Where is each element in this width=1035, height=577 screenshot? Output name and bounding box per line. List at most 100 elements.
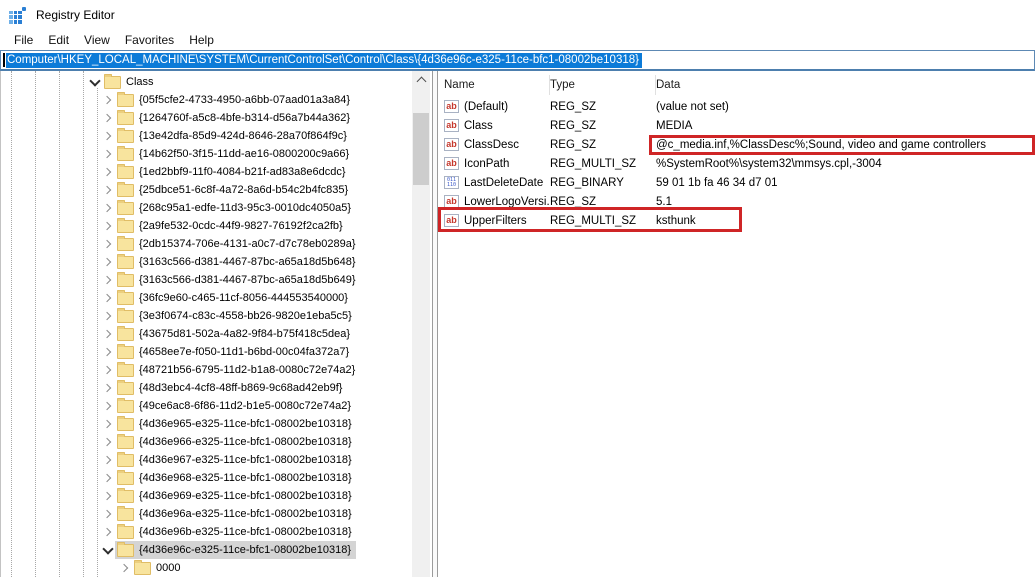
menu-favorites[interactable]: Favorites	[118, 31, 182, 49]
tree-entry[interactable]: {1ed2bbf9-11f0-4084-b21f-ad83a8e6dcdc}	[115, 163, 351, 181]
tree-entry[interactable]: {4658ee7e-f050-11d1-b6bd-00c04fa372a7}	[115, 343, 354, 361]
tree-item-guid: {3e3f0674-c83c-4558-bb26-9820e1eba5c5}	[1, 307, 412, 325]
value-name: UpperFilters	[464, 215, 527, 227]
chevron-right-icon[interactable]	[101, 220, 114, 233]
scroll-up-button[interactable]	[412, 71, 430, 88]
chevron-right-icon[interactable]	[101, 94, 114, 107]
registry-value-row[interactable]: abClassDescREG_SZ@c_media.inf,%ClassDesc…	[438, 135, 1035, 154]
tree-entry[interactable]: {4d36e966-e325-11ce-bfc1-08002be10318}	[115, 433, 357, 451]
value-type: REG_SZ	[550, 139, 656, 151]
chevron-right-icon[interactable]	[101, 508, 114, 521]
chevron-right-icon[interactable]	[101, 112, 114, 125]
chevron-right-icon[interactable]	[101, 274, 114, 287]
tree-item-label: Class	[126, 76, 154, 88]
folder-icon	[117, 148, 134, 161]
column-header-name[interactable]: Name	[444, 75, 550, 95]
menu-file[interactable]: File	[7, 31, 41, 49]
tree-item-label: {4d36e96c-e325-11ce-bfc1-08002be10318}	[139, 544, 351, 556]
address-bar[interactable]: Computer\HKEY_LOCAL_MACHINE\SYSTEM\Curre…	[0, 50, 1035, 71]
chevron-right-icon[interactable]	[101, 238, 114, 251]
tree-entry[interactable]: {4d36e967-e325-11ce-bfc1-08002be10318}	[115, 451, 357, 469]
tree-entry[interactable]: {48d3ebc4-4cf8-48ff-b869-9c68ad42eb9f}	[115, 379, 347, 397]
tree-entry[interactable]: {268c95a1-edfe-11d3-95c3-0010dc4050a5}	[115, 199, 356, 217]
tree-entry[interactable]: {4d36e968-e325-11ce-bfc1-08002be10318}	[115, 469, 357, 487]
tree-entry[interactable]: {3163c566-d381-4467-87bc-a65a18d5b648}	[115, 253, 361, 271]
value-data-highlighted: @c_media.inf,%ClassDesc%;Sound, video an…	[652, 138, 1032, 152]
chevron-down-icon[interactable]	[88, 76, 101, 89]
menu-bar: FileEditViewFavoritesHelp	[0, 30, 1035, 50]
chevron-right-icon[interactable]	[101, 364, 114, 377]
registry-value-row[interactable]: 011110LastDeleteDateREG_BINARY59 01 1b f…	[438, 173, 1035, 192]
folder-icon	[117, 400, 134, 413]
chevron-right-icon[interactable]	[101, 292, 114, 305]
chevron-right-icon[interactable]	[118, 562, 131, 575]
tree-entry[interactable]: {49ce6ac8-6f86-11d2-b1e5-0080c72e74a2}	[115, 397, 356, 415]
value-data: ksthunk	[656, 215, 1035, 227]
chevron-right-icon[interactable]	[101, 148, 114, 161]
scrollbar-thumb[interactable]	[413, 113, 429, 185]
tree-item-label: {4d36e969-e325-11ce-bfc1-08002be10318}	[139, 490, 352, 502]
tree-scrollbar[interactable]	[412, 71, 430, 577]
tree-item-guid: {13e42dfa-85d9-424d-8646-28a70f864f9c}	[1, 127, 412, 145]
list-header: Name Type Data	[438, 75, 1035, 95]
chevron-right-icon[interactable]	[101, 328, 114, 341]
chevron-right-icon[interactable]	[101, 436, 114, 449]
tree-entry[interactable]: {05f5cfe2-4733-4950-a6bb-07aad01a3a84}	[115, 91, 355, 109]
registry-value-row[interactable]: ab UpperFilters REG_MULTI_SZksthunk	[438, 211, 1035, 230]
tree-entry[interactable]: {14b62f50-3f15-11dd-ae16-0800200c9a66}	[115, 145, 354, 163]
tree-item-label: {1ed2bbf9-11f0-4084-b21f-ad83a8e6dcdc}	[139, 166, 346, 178]
tree-entry[interactable]: 0000	[132, 559, 185, 577]
tree-entry[interactable]: {25dbce51-6c8f-4a72-8a6d-b54c2b4fc835}	[115, 181, 353, 199]
menu-view[interactable]: View	[77, 31, 118, 49]
tree-entry[interactable]: {36fc9e60-c465-11cf-8056-444553540000}	[115, 289, 353, 307]
tree-entry[interactable]: {4d36e96b-e325-11ce-bfc1-08002be10318}	[115, 523, 357, 541]
tree-entry[interactable]: {3e3f0674-c83c-4558-bb26-9820e1eba5c5}	[115, 307, 357, 325]
registry-value-row[interactable]: abLowerLogoVersi...REG_SZ5.1	[438, 192, 1035, 211]
string-value-icon: ab	[444, 214, 459, 227]
chevron-right-icon[interactable]	[101, 400, 114, 413]
folder-icon	[117, 274, 134, 287]
chevron-right-icon[interactable]	[101, 472, 114, 485]
chevron-right-icon[interactable]	[101, 130, 114, 143]
tree-item-label: {43675d81-502a-4a82-9f84-b75f418c5dea}	[139, 328, 350, 340]
value-data: 59 01 1b fa 46 34 d7 01	[656, 177, 1035, 189]
chevron-right-icon[interactable]	[101, 382, 114, 395]
registry-value-row[interactable]: abClassREG_SZMEDIA	[438, 116, 1035, 135]
tree-item-label: {4d36e96a-e325-11ce-bfc1-08002be10318}	[139, 508, 352, 520]
tree-entry[interactable]: {13e42dfa-85d9-424d-8646-28a70f864f9c}	[115, 127, 352, 145]
tree-entry[interactable]: {2a9fe532-0cdc-44f9-9827-76192f2ca2fb}	[115, 217, 348, 235]
menu-edit[interactable]: Edit	[41, 31, 77, 49]
value-type: REG_SZ	[550, 101, 656, 113]
tree-item-guid: {4658ee7e-f050-11d1-b6bd-00c04fa372a7}	[1, 343, 412, 361]
tree-entry-selected[interactable]: {4d36e96c-e325-11ce-bfc1-08002be10318}	[115, 541, 356, 559]
chevron-right-icon[interactable]	[101, 490, 114, 503]
chevron-right-icon[interactable]	[101, 166, 114, 179]
chevron-right-icon[interactable]	[101, 310, 114, 323]
registry-value-row[interactable]: abIconPathREG_MULTI_SZ%SystemRoot%\syste…	[438, 154, 1035, 173]
chevron-right-icon[interactable]	[101, 346, 114, 359]
column-header-type[interactable]: Type	[550, 75, 656, 95]
tree-entry[interactable]: {43675d81-502a-4a82-9f84-b75f418c5dea}	[115, 325, 355, 343]
registry-value-row[interactable]: ab(Default)REG_SZ(value not set)	[438, 97, 1035, 116]
tree-entry[interactable]: {4d36e965-e325-11ce-bfc1-08002be10318}	[115, 415, 357, 433]
tree-entry[interactable]: {1264760f-a5c8-4bfe-b314-d56a7b44a362}	[115, 109, 355, 127]
menu-help[interactable]: Help	[182, 31, 222, 49]
tree-item-label: {2a9fe532-0cdc-44f9-9827-76192f2ca2fb}	[139, 220, 343, 232]
tree-entry[interactable]: {3163c566-d381-4467-87bc-a65a18d5b649}	[115, 271, 361, 289]
chevron-right-icon[interactable]	[101, 418, 114, 431]
chevron-right-icon[interactable]	[101, 202, 114, 215]
chevron-right-icon[interactable]	[101, 184, 114, 197]
tree-item-guid: {2db15374-706e-4131-a0c7-d7c78eb0289a}	[1, 235, 412, 253]
tree-entry[interactable]: {4d36e96a-e325-11ce-bfc1-08002be10318}	[115, 505, 357, 523]
column-header-data[interactable]: Data	[656, 75, 1035, 95]
chevron-right-icon[interactable]	[101, 256, 114, 269]
tree-entry[interactable]: {2db15374-706e-4131-a0c7-d7c78eb0289a}	[115, 235, 361, 253]
value-type: REG_MULTI_SZ	[550, 215, 656, 227]
chevron-down-icon[interactable]	[101, 544, 114, 557]
tree-entry[interactable]: Class	[102, 73, 159, 91]
chevron-right-icon[interactable]	[101, 454, 114, 467]
tree-entry[interactable]: {48721b56-6795-11d2-b1a8-0080c72e74a2}	[115, 361, 360, 379]
main-area: Class {05f5cfe2-4733-4950-a6bb-07aad01a3a…	[0, 71, 1035, 577]
chevron-right-icon[interactable]	[101, 526, 114, 539]
tree-entry[interactable]: {4d36e969-e325-11ce-bfc1-08002be10318}	[115, 487, 357, 505]
